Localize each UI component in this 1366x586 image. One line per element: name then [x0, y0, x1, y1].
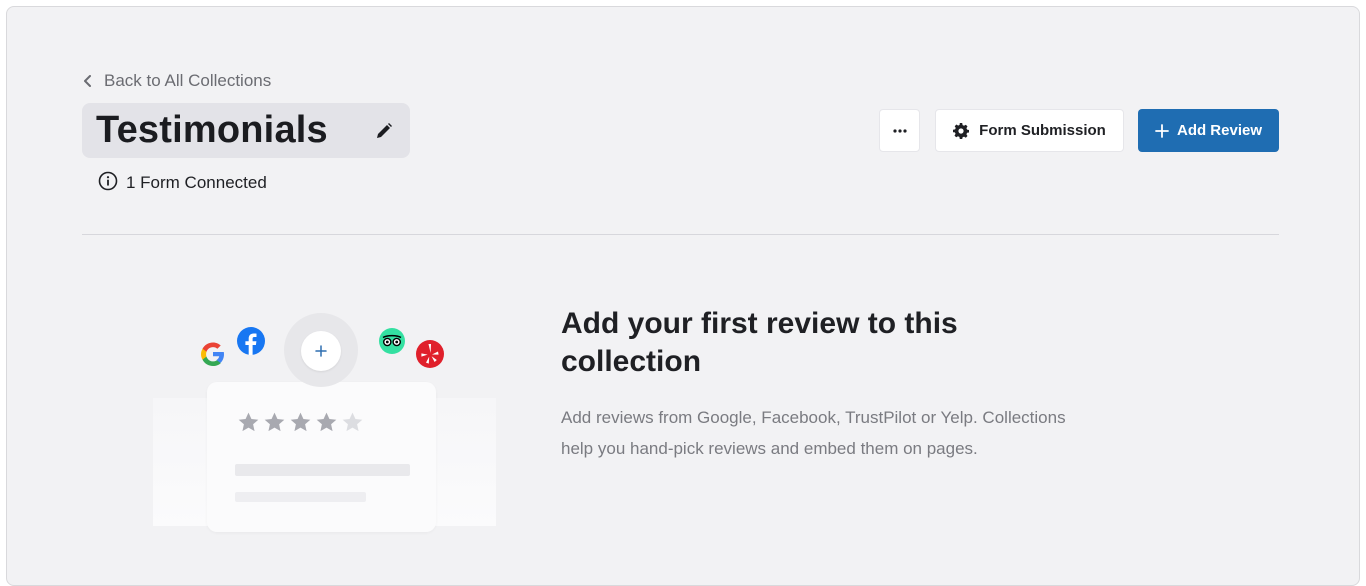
- star-filled-icon: [264, 412, 285, 432]
- review-card-illustration: [207, 382, 436, 532]
- back-link-label: Back to All Collections: [104, 71, 272, 90]
- empty-state-description: Add reviews from Google, Facebook, Trust…: [561, 408, 1066, 458]
- info-icon: [98, 171, 118, 196]
- divider: [82, 234, 1279, 235]
- star-filled-icon: [316, 412, 337, 432]
- star-filled-icon: [290, 412, 311, 432]
- empty-state-heading: Add your first review to this collection: [561, 307, 958, 378]
- collection-title-editor[interactable]: Testimonials: [82, 103, 410, 158]
- form-submission-label: Form Submission: [979, 122, 1106, 139]
- tripadvisor-icon: [378, 327, 406, 355]
- facebook-icon: [236, 326, 266, 356]
- plus-icon: [315, 345, 327, 357]
- rating-stars: [237, 411, 364, 433]
- add-review-button[interactable]: Add Review: [1138, 109, 1279, 152]
- forms-connected-status: 1 Form Connected: [98, 171, 267, 196]
- forms-connected-label: 1 Form Connected: [126, 173, 267, 192]
- back-to-collections-link[interactable]: Back to All Collections: [82, 70, 271, 92]
- ellipsis-icon: [892, 128, 907, 133]
- text-placeholder-bar: [235, 492, 366, 502]
- pencil-icon[interactable]: [374, 121, 394, 141]
- yelp-icon: [415, 339, 445, 369]
- form-submission-button[interactable]: Form Submission: [935, 109, 1124, 152]
- add-source-button[interactable]: [301, 331, 341, 371]
- gear-icon: [953, 122, 970, 139]
- add-review-label: Add Review: [1176, 122, 1263, 139]
- star-filled-icon: [238, 412, 259, 432]
- text-placeholder-bar: [235, 464, 410, 476]
- google-icon: [199, 340, 227, 368]
- page-title: Testimonials: [96, 109, 328, 151]
- chevron-left-icon: [82, 75, 94, 87]
- star-empty-icon: [342, 412, 363, 432]
- more-options-button[interactable]: [879, 109, 920, 152]
- plus-icon: [1155, 123, 1169, 138]
